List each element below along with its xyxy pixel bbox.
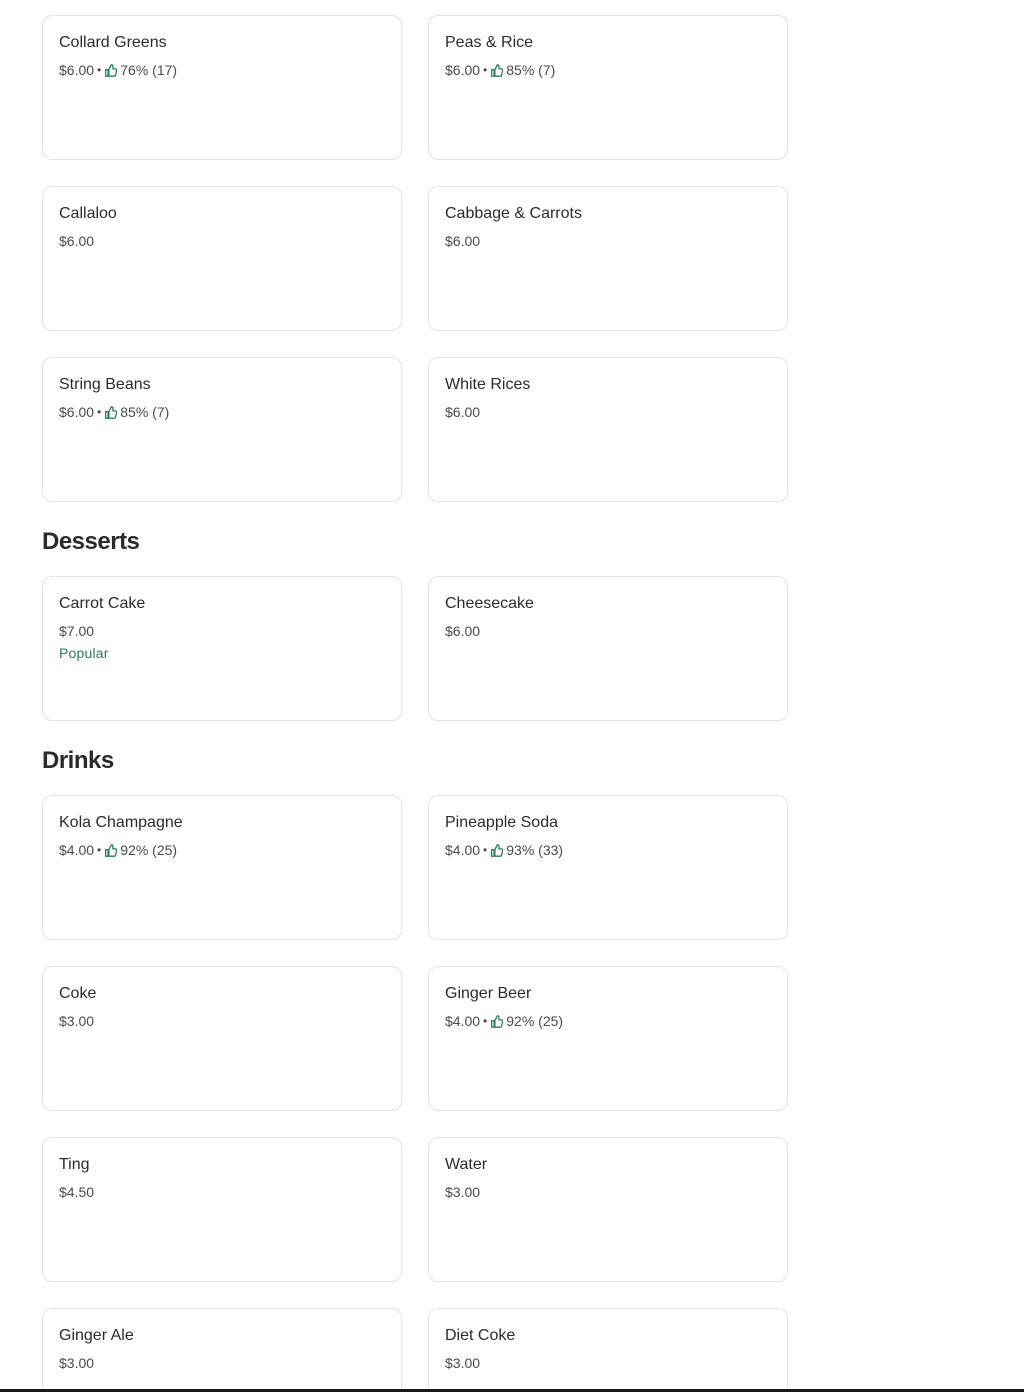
item-name: Carrot Cake xyxy=(59,595,146,612)
item-price: $4.00 xyxy=(445,842,481,858)
item-name: Ting xyxy=(59,1156,90,1173)
thumbs-up-icon xyxy=(104,63,118,77)
item-name: Callaloo xyxy=(59,205,117,222)
item-price: $6.00 xyxy=(445,623,481,639)
separator-dot: • xyxy=(483,843,488,857)
separator-dot: • xyxy=(483,63,488,77)
menu-item-card[interactable]: Peas & Rice $6.00 • 85% (7) xyxy=(428,15,788,160)
item-price: $3.00 xyxy=(445,1355,481,1371)
item-meta: $3.00 xyxy=(59,1355,94,1371)
menu-item-card[interactable]: String Beans $6.00 • 85% (7) xyxy=(42,357,402,502)
item-price: $3.00 xyxy=(59,1355,95,1371)
menu-page: Collard Greens $6.00 • 76% (17) Peas & R… xyxy=(0,0,1024,1392)
item-meta: $6.00 • 76% (17) xyxy=(59,62,177,78)
item-price: $6.00 xyxy=(59,62,95,78)
item-price: $4.50 xyxy=(59,1184,95,1200)
section-title-drinks: Drinks xyxy=(42,747,114,774)
thumbs-up-icon xyxy=(104,843,118,857)
item-price: $3.00 xyxy=(445,1184,481,1200)
menu-item-card[interactable]: Coke $3.00 xyxy=(42,966,402,1111)
thumbs-up-icon xyxy=(490,843,504,857)
item-meta: $4.00 • 92% (25) xyxy=(445,1013,563,1029)
menu-item-card[interactable]: Ting $4.50 xyxy=(42,1137,402,1282)
item-meta: $3.00 xyxy=(59,1013,94,1029)
item-rating: 92% (25) xyxy=(506,1013,564,1029)
thumbs-up-icon xyxy=(490,1014,504,1028)
item-price: $7.00 xyxy=(59,623,95,639)
item-name: Kola Champagne xyxy=(59,814,183,831)
item-price: $4.00 xyxy=(445,1013,481,1029)
item-price: $3.00 xyxy=(59,1013,95,1029)
item-rating: 85% (7) xyxy=(506,62,556,78)
item-meta: $4.00 • 93% (33) xyxy=(445,842,563,858)
item-name: Collard Greens xyxy=(59,34,167,51)
item-price: $4.00 xyxy=(59,842,95,858)
item-price: $6.00 xyxy=(59,404,95,420)
item-meta: $6.00 xyxy=(445,404,480,420)
item-name: Cabbage & Carrots xyxy=(445,205,582,222)
item-meta: $3.00 xyxy=(445,1184,480,1200)
item-price: $6.00 xyxy=(445,62,481,78)
separator-dot: • xyxy=(97,63,102,77)
menu-item-card[interactable]: White Rices $6.00 xyxy=(428,357,788,502)
item-name: Pineapple Soda xyxy=(445,814,558,831)
separator-dot: • xyxy=(97,405,102,419)
item-name: Ginger Ale xyxy=(59,1327,134,1344)
item-price: $6.00 xyxy=(445,404,481,420)
item-price: $6.00 xyxy=(59,233,95,249)
item-price: $6.00 xyxy=(445,233,481,249)
thumbs-up-icon xyxy=(104,405,118,419)
item-name: String Beans xyxy=(59,376,151,393)
menu-item-card[interactable]: Diet Coke $3.00 xyxy=(428,1308,788,1392)
item-meta: $4.00 • 92% (25) xyxy=(59,842,177,858)
menu-item-card[interactable]: Callaloo $6.00 xyxy=(42,186,402,331)
separator-dot: • xyxy=(483,1014,488,1028)
item-name: Ginger Beer xyxy=(445,985,532,1002)
item-name: Peas & Rice xyxy=(445,34,534,51)
menu-item-card[interactable]: Cabbage & Carrots $6.00 xyxy=(428,186,788,331)
item-meta: $6.00 xyxy=(445,233,480,249)
menu-item-card[interactable]: Water $3.00 xyxy=(428,1137,788,1282)
thumbs-up-icon xyxy=(490,63,504,77)
menu-item-card[interactable]: Ginger Ale $3.00 xyxy=(42,1308,402,1392)
item-name: Water xyxy=(445,1156,488,1173)
section-title-desserts: Desserts xyxy=(42,528,140,555)
item-rating: 93% (33) xyxy=(506,842,564,858)
separator-dot: • xyxy=(97,843,102,857)
item-meta: $3.00 xyxy=(445,1355,480,1371)
item-name: Cheesecake xyxy=(445,595,534,612)
menu-item-card[interactable]: Ginger Beer $4.00 • 92% (25) xyxy=(428,966,788,1111)
item-meta: $6.00 • 85% (7) xyxy=(445,62,555,78)
item-rating: 76% (17) xyxy=(120,62,178,78)
item-name: Coke xyxy=(59,985,97,1002)
menu-item-card[interactable]: Carrot Cake $7.00 Popular xyxy=(42,576,402,721)
item-meta: $6.00 • 85% (7) xyxy=(59,404,169,420)
item-rating: 85% (7) xyxy=(120,404,170,420)
menu-item-card[interactable]: Cheesecake $6.00 xyxy=(428,576,788,721)
menu-item-card[interactable]: Kola Champagne $4.00 • 92% (25) xyxy=(42,795,402,940)
item-name: White Rices xyxy=(445,376,531,393)
item-meta: $7.00 xyxy=(59,623,94,639)
item-name: Diet Coke xyxy=(445,1327,516,1344)
item-meta: $6.00 xyxy=(59,233,94,249)
menu-item-card[interactable]: Collard Greens $6.00 • 76% (17) xyxy=(42,15,402,160)
menu-item-card[interactable]: Pineapple Soda $4.00 • 93% (33) xyxy=(428,795,788,940)
popular-badge: Popular xyxy=(59,645,109,661)
item-meta: $6.00 xyxy=(445,623,480,639)
item-meta: $4.50 xyxy=(59,1184,94,1200)
item-rating: 92% (25) xyxy=(120,842,178,858)
